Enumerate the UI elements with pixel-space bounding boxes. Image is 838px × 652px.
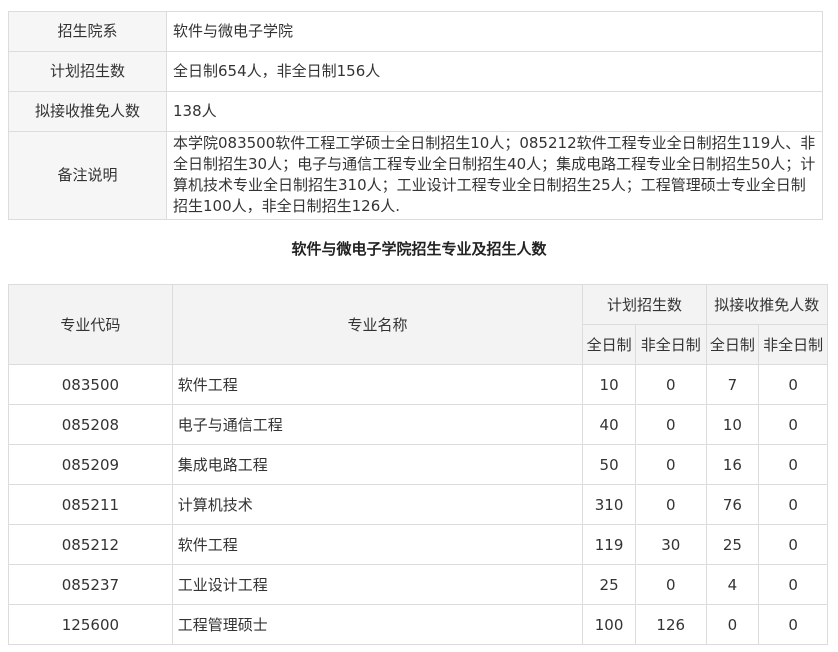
info-label: 计划招生数 <box>8 51 167 92</box>
info-value: 软件与微电子学院 <box>166 11 823 52</box>
exempt-full: 76 <box>705 484 760 525</box>
major-name: 工程管理硕士 <box>171 604 584 645</box>
exempt-full: 7 <box>705 364 760 405</box>
plan-full: 50 <box>582 444 636 485</box>
major-code: 085237 <box>8 564 173 605</box>
plan-part: 0 <box>634 484 707 525</box>
majors-table: 专业代码 专业名称 计划招生数 拟接收推免人数 全日制 非全日制 全日制 非全日… <box>8 284 829 645</box>
plan-part: 0 <box>634 364 707 405</box>
exempt-full: 25 <box>705 524 760 565</box>
major-name: 工业设计工程 <box>171 564 584 605</box>
plan-full: 310 <box>582 484 636 525</box>
header-exempt-full: 全日制 <box>705 324 760 365</box>
plan-part: 0 <box>634 404 707 445</box>
plan-full: 10 <box>582 364 636 405</box>
major-name: 软件工程 <box>171 524 584 565</box>
header-code: 专业代码 <box>8 284 173 365</box>
plan-full: 119 <box>582 524 636 565</box>
exempt-part: 0 <box>758 364 828 405</box>
major-name: 电子与通信工程 <box>171 404 584 445</box>
major-code: 085211 <box>8 484 173 525</box>
major-code: 085212 <box>8 524 173 565</box>
header-plan-part: 非全日制 <box>634 324 707 365</box>
major-code: 085208 <box>8 404 173 445</box>
table-row: 085211 计算机技术 310 0 76 0 <box>8 484 828 525</box>
info-label: 招生院系 <box>8 11 167 52</box>
plan-part: 0 <box>634 564 707 605</box>
exempt-full: 4 <box>705 564 760 605</box>
header-plan: 计划招生数 <box>582 284 707 325</box>
table-row: 085209 集成电路工程 50 0 16 0 <box>8 444 828 485</box>
exempt-full: 10 <box>705 404 760 445</box>
table-row: 083500 软件工程 10 0 7 0 <box>8 364 828 405</box>
info-label: 拟接收推免人数 <box>8 91 167 132</box>
exempt-part: 0 <box>758 444 828 485</box>
majors-header-row: 专业代码 专业名称 计划招生数 拟接收推免人数 <box>8 284 829 365</box>
table-row: 085208 电子与通信工程 40 0 10 0 <box>8 404 828 445</box>
plan-full: 100 <box>582 604 636 645</box>
plan-full: 40 <box>582 404 636 445</box>
plan-full: 25 <box>582 564 636 605</box>
info-row-exempt: 拟接收推免人数 138人 <box>8 91 823 132</box>
plan-part: 126 <box>634 604 707 645</box>
info-notes-value: 本学院083500软件工程工学硕士全日制招生10人；085212软件工程专业全日… <box>166 131 823 220</box>
table-row: 085237 工业设计工程 25 0 4 0 <box>8 564 828 605</box>
major-name: 集成电路工程 <box>171 444 584 485</box>
info-value: 全日制654人，非全日制156人 <box>166 51 823 92</box>
plan-part: 0 <box>634 444 707 485</box>
exempt-full: 16 <box>705 444 760 485</box>
exempt-part: 0 <box>758 524 828 565</box>
info-row-plan: 计划招生数 全日制654人，非全日制156人 <box>8 51 823 92</box>
major-code: 125600 <box>8 604 173 645</box>
exempt-full: 0 <box>705 604 760 645</box>
header-exempt: 拟接收推免人数 <box>705 284 829 325</box>
major-name: 软件工程 <box>171 364 584 405</box>
exempt-part: 0 <box>758 564 828 605</box>
table-row: 125600 工程管理硕士 100 126 0 0 <box>8 604 828 645</box>
info-row-department: 招生院系 软件与微电子学院 <box>8 11 823 52</box>
exempt-part: 0 <box>758 604 828 645</box>
plan-part: 30 <box>634 524 707 565</box>
table-row: 085212 软件工程 119 30 25 0 <box>8 524 828 565</box>
major-name: 计算机技术 <box>171 484 584 525</box>
major-code: 085209 <box>8 444 173 485</box>
exempt-part: 0 <box>758 484 828 525</box>
header-plan-full: 全日制 <box>582 324 636 365</box>
admission-info-table: 招生院系 软件与微电子学院 计划招生数 全日制654人，非全日制156人 拟接收… <box>8 11 823 220</box>
info-label: 备注说明 <box>8 131 167 220</box>
header-exempt-part: 非全日制 <box>758 324 828 365</box>
section-title: 软件与微电子学院招生专业及招生人数 <box>291 240 547 258</box>
info-row-notes: 备注说明 本学院083500软件工程工学硕士全日制招生10人；085212软件工… <box>8 131 823 220</box>
info-value: 138人 <box>166 91 823 132</box>
exempt-part: 0 <box>758 404 828 445</box>
header-name: 专业名称 <box>171 284 584 365</box>
major-code: 083500 <box>8 364 173 405</box>
